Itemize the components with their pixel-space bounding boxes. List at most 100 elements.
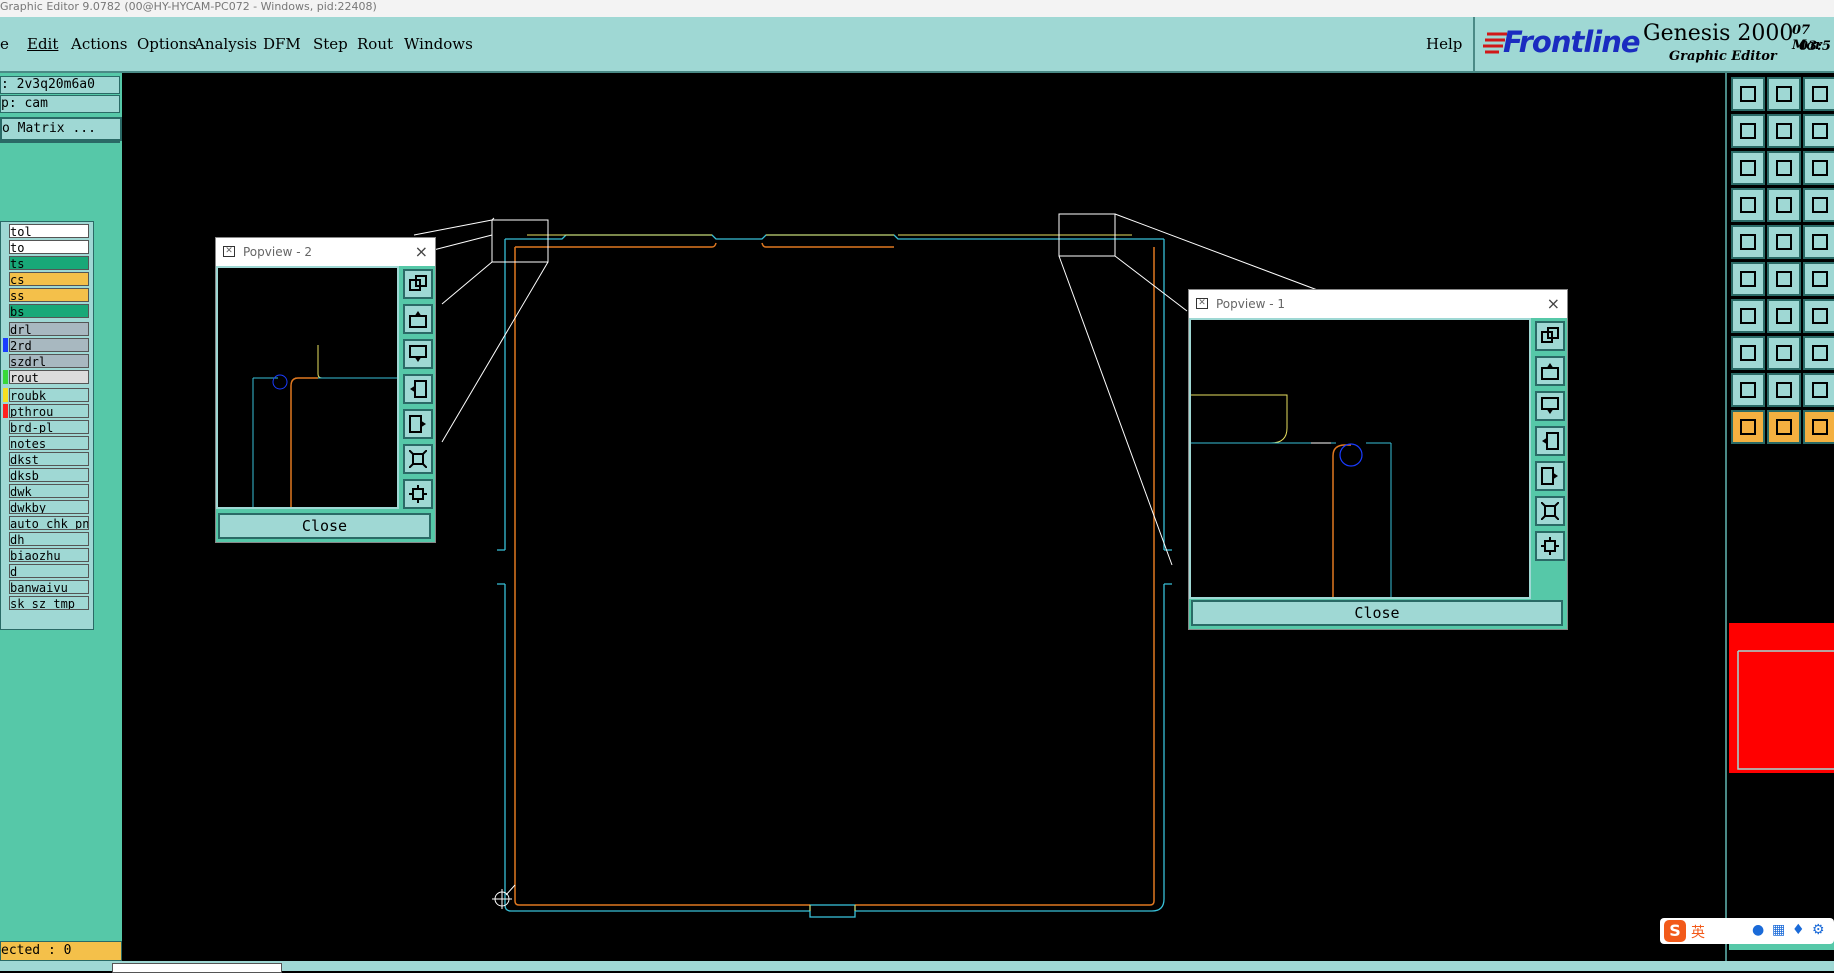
open-step-button[interactable] [1767, 77, 1801, 111]
popview-1-pan-down-button[interactable] [1535, 391, 1565, 421]
popview-1-close-icon[interactable]: × [1547, 290, 1560, 318]
menu-rout[interactable]: Rout [357, 35, 393, 53]
popview-1-zoom-home-button[interactable] [1535, 321, 1565, 351]
layer-to[interactable]: to [9, 240, 89, 254]
popview-1-zoom-in-button[interactable] [1535, 496, 1565, 526]
line-edit-button[interactable] [1731, 299, 1765, 333]
popview-2-zoom-out-button[interactable] [403, 479, 433, 509]
layer-bs[interactable]: bs [9, 304, 89, 318]
job-field[interactable]: : 2v3q20m6a0 [0, 76, 120, 94]
layer-list[interactable]: tol to ts cs ss bs drl 2rd szdrl rout roubk pthrou b… [0, 221, 94, 630]
layer-auto-chk-pn[interactable]: auto_chk_pn [9, 516, 89, 530]
popview-2-zoom-home-button[interactable] [403, 269, 433, 299]
popview-1-zoom-out-button[interactable] [1535, 531, 1565, 561]
menu-edit[interactable]: Edit [27, 35, 58, 53]
net-button[interactable] [1803, 188, 1834, 222]
menu-actions[interactable]: Actions [71, 35, 127, 53]
menu-windows[interactable]: Windows [404, 35, 473, 53]
measure-button[interactable] [1767, 188, 1801, 222]
layer-d[interactable]: d [9, 564, 89, 578]
popview-2-titlebar[interactable]: ✕ Popview - 2 × [216, 238, 435, 266]
matrix-button[interactable]: o Matrix ... [0, 117, 122, 141]
command-input[interactable] [112, 963, 282, 973]
layer-szdrl[interactable]: szdrl [9, 354, 89, 368]
popview-1-titlebar[interactable]: ✕ Popview - 1 × [1189, 290, 1567, 318]
layer-drl[interactable]: drl [9, 322, 89, 336]
layer-brd-pl[interactable]: brd-pl [9, 420, 89, 434]
popview-2-close-icon[interactable]: × [415, 238, 428, 266]
pad-add-button[interactable] [1731, 336, 1765, 370]
layer-name: 2rd [10, 339, 32, 352]
microphone-icon[interactable]: ● [1752, 922, 1764, 938]
layer-notes[interactable]: notes [9, 436, 89, 450]
dimension-button[interactable] [1803, 336, 1834, 370]
menu-file[interactable]: e [0, 35, 9, 53]
delete-button[interactable] [1767, 262, 1801, 296]
layer-dwk[interactable]: dwk [9, 484, 89, 498]
popview-2-pan-right-button[interactable] [403, 409, 433, 439]
layer-2rd[interactable]: 2rd [9, 338, 89, 352]
select-feature-button[interactable] [1731, 225, 1765, 259]
save-button[interactable] [1731, 114, 1765, 148]
popview-2-canvas[interactable] [216, 266, 399, 509]
popview-2-close-button[interactable]: Close [218, 513, 431, 539]
draw-line-button[interactable] [1767, 225, 1801, 259]
step-field[interactable]: p: cam [0, 95, 120, 113]
snap-nodes-button[interactable] [1731, 262, 1765, 296]
keyboard-icon[interactable]: ▦ [1772, 922, 1785, 938]
rotate-button[interactable] [1803, 262, 1834, 296]
open-job-button[interactable] [1731, 77, 1765, 111]
layer-dkst[interactable]: dkst [9, 452, 89, 466]
polygon-edit-button[interactable] [1803, 373, 1834, 407]
triangle-tool-button[interactable] [1731, 373, 1765, 407]
layer-sk-sz-tmp[interactable]: sk_sz_tmp [9, 596, 89, 610]
skin-icon[interactable]: ♦ [1792, 922, 1805, 938]
ime-tray[interactable]: S 英 ● ▦ ♦ ⚙ [1660, 918, 1834, 944]
ruler-button[interactable] [1803, 225, 1834, 259]
pointer-active-button[interactable] [1767, 410, 1801, 444]
layer-ts[interactable]: ts [9, 256, 89, 270]
menu-dfm[interactable]: DFM [263, 35, 301, 53]
layer-dwkby[interactable]: dwkby [9, 500, 89, 514]
line-horizontal-button[interactable] [1767, 336, 1801, 370]
save-as-button[interactable] [1767, 114, 1801, 148]
menu-analysis[interactable]: Analysis [194, 35, 257, 53]
selected-count-status: ected : 0 [0, 941, 122, 961]
popview-1-pan-up-button[interactable] [1535, 356, 1565, 386]
ime-language-indicator[interactable]: 英 [1691, 922, 1705, 942]
layer-dksb[interactable]: dksb [9, 468, 89, 482]
menu-help[interactable]: Help [1426, 35, 1462, 53]
layer-ss[interactable]: ss [9, 288, 89, 302]
home-button[interactable] [1803, 77, 1834, 111]
popview-2-zoom-in-button[interactable] [403, 444, 433, 474]
layer-tol[interactable]: tol [9, 224, 89, 238]
pointer-circle-button[interactable] [1803, 410, 1834, 444]
settings-icon[interactable]: ⚙ [1812, 922, 1825, 938]
popview-2-pan-left-button[interactable] [403, 374, 433, 404]
undo-button[interactable] [1803, 114, 1834, 148]
menu-options[interactable]: Options [137, 35, 196, 53]
menu-step[interactable]: Step [313, 35, 348, 53]
popview-2-pan-up-button[interactable] [403, 304, 433, 334]
popview-1-pan-left-button[interactable] [1535, 426, 1565, 456]
arc-button[interactable] [1803, 299, 1834, 333]
preview-thumbnail[interactable] [1729, 623, 1834, 773]
layer-dh[interactable]: dh [9, 532, 89, 546]
pointer-button[interactable] [1731, 410, 1765, 444]
layer-rout[interactable]: rout [9, 370, 89, 384]
zoom-center-button[interactable] [1767, 151, 1801, 185]
layer-roubk[interactable]: roubk [9, 388, 89, 402]
popview-1-pan-right-button[interactable] [1535, 461, 1565, 491]
scale-1-2-button[interactable] [1803, 151, 1834, 185]
properties-button[interactable] [1731, 188, 1765, 222]
polygon-tool-button[interactable] [1767, 373, 1801, 407]
popview-2-pan-down-button[interactable] [403, 339, 433, 369]
pencil-button[interactable] [1767, 299, 1801, 333]
popview-1-close-button[interactable]: Close [1191, 600, 1563, 626]
popview-1-canvas[interactable] [1189, 318, 1531, 599]
layer-cs[interactable]: cs [9, 272, 89, 286]
layer-banwaivu[interactable]: banwaivu [9, 580, 89, 594]
zoom-fit-button[interactable] [1731, 151, 1765, 185]
layer-pthrou[interactable]: pthrou [9, 404, 89, 418]
layer-biaozhu[interactable]: biaozhu [9, 548, 89, 562]
